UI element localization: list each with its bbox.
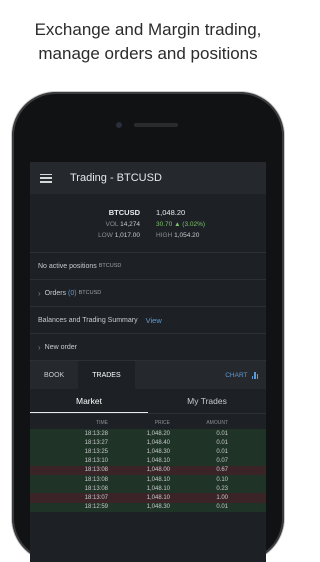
trade-price: 1,048.00 xyxy=(146,467,170,474)
price-header: PRICE xyxy=(154,420,170,426)
trades-list: 18:13:28 1,048.20 0.01 18:13:27 1,048.40 0.01… xyxy=(30,429,266,512)
new-order-row[interactable]: › New order xyxy=(30,333,266,360)
trade-time: 18:13:28 xyxy=(84,430,108,437)
price-change: 30.70 ▲ (3.02%) xyxy=(156,221,206,228)
trade-amount: 0.67 xyxy=(216,467,228,474)
balances-label: Balances and Trading Summary xyxy=(38,316,138,324)
trade-time: 18:13:08 xyxy=(84,476,108,483)
trade-price: 1,048.40 xyxy=(146,439,170,446)
trade-amount: 0.01 xyxy=(216,439,228,446)
trade-time: 18:12:59 xyxy=(84,504,108,511)
tab-trades[interactable]: TRADES xyxy=(78,361,135,389)
trade-time: 18:13:08 xyxy=(84,467,108,474)
page-title: Trading - BTCUSD xyxy=(70,172,162,184)
table-row: 18:13:25 1,048.30 0.01 xyxy=(30,447,266,457)
trade-price: 1,048.30 xyxy=(146,448,170,455)
high-value: 1,054.20 xyxy=(174,232,200,239)
tab-book[interactable]: BOOK xyxy=(30,361,78,389)
caption-line-1: Exchange and Margin trading, xyxy=(34,20,262,39)
subtab-market[interactable]: Market xyxy=(30,389,148,413)
orders-count: (0) xyxy=(68,289,77,297)
positions-text: No active positions xyxy=(38,262,97,270)
trade-amount: 0.01 xyxy=(216,448,228,455)
phone-frame: Trading - BTCUSD BTCUSD 1,048.20 VOL 14,… xyxy=(12,92,284,562)
trading-tabs: BOOK TRADES CHART xyxy=(30,360,266,389)
trade-time: 18:13:10 xyxy=(84,458,108,465)
trade-time: 18:13:27 xyxy=(84,439,108,446)
trade-amount: 0.01 xyxy=(216,430,228,437)
positions-symbol: BTCUSD xyxy=(98,263,122,269)
chevron-right-icon: › xyxy=(38,288,41,298)
table-row: 18:13:08 1,048.10 0.23 xyxy=(30,484,266,494)
time-header: TIME xyxy=(96,420,108,426)
table-row: 18:13:10 1,048.10 0.07 xyxy=(30,456,266,466)
trade-time: 18:13:07 xyxy=(84,494,108,501)
table-row: 18:12:59 1,048.30 0.01 xyxy=(30,502,266,512)
trade-time: 18:13:08 xyxy=(84,485,108,492)
chevron-right-icon: › xyxy=(38,342,41,352)
balances-view-link[interactable]: View xyxy=(146,316,162,325)
trades-subtabs: Market My Trades xyxy=(30,389,266,414)
trade-price: 1,048.10 xyxy=(146,476,170,483)
subtab-my-trades[interactable]: My Trades xyxy=(148,389,266,413)
balances-row: Balances and Trading Summary View xyxy=(30,306,266,333)
trade-price: 1,048.20 xyxy=(146,430,170,437)
table-row: 18:13:28 1,048.20 0.01 xyxy=(30,429,266,439)
trade-price: 1,048.10 xyxy=(146,458,170,465)
caption-line-2: manage orders and positions xyxy=(38,44,258,63)
orders-symbol: BTCUSD xyxy=(78,290,102,296)
new-order-label: New order xyxy=(44,343,77,351)
ticker-symbol: BTCUSD xyxy=(108,208,140,217)
vol-label: VOL xyxy=(105,221,119,228)
low-value: 1,017.00 xyxy=(114,232,140,239)
trade-amount: 0.23 xyxy=(216,485,228,492)
hamburger-menu-icon[interactable] xyxy=(40,173,52,183)
app-topbar: Trading - BTCUSD xyxy=(30,162,266,194)
table-row: 18:13:08 1,048.10 0.10 xyxy=(30,474,266,485)
speaker-grille xyxy=(134,123,178,127)
trade-amount: 0.10 xyxy=(216,476,228,483)
vol-value: 14,274 xyxy=(120,221,140,228)
low-label: LOW xyxy=(98,232,113,239)
table-row: 18:13:07 1,048.10 1.00 xyxy=(30,493,266,503)
trade-time: 18:13:25 xyxy=(84,448,108,455)
trade-amount: 0.07 xyxy=(216,458,228,465)
chart-label: CHART xyxy=(225,371,248,379)
tab-chart[interactable]: CHART xyxy=(225,361,258,389)
trade-amount: 0.01 xyxy=(216,504,228,511)
positions-row: No active positions BTCUSD xyxy=(30,252,266,279)
table-row: 18:13:27 1,048.40 0.01 xyxy=(30,438,266,448)
trade-price: 1,048.10 xyxy=(146,485,170,492)
trades-header: TIME PRICE AMOUNT xyxy=(30,414,266,429)
ticker-summary: BTCUSD 1,048.20 VOL 14,274 30.70 ▲ (3.02… xyxy=(30,194,266,252)
high-label: HIGH xyxy=(156,232,173,239)
table-row: 18:13:08 1,048.00 0.67 xyxy=(30,465,266,475)
trade-price: 1,048.10 xyxy=(146,494,170,501)
amount-header: AMOUNT xyxy=(206,420,228,426)
trade-amount: 1.00 xyxy=(216,494,228,501)
chart-icon xyxy=(251,371,258,379)
orders-row[interactable]: › Orders (0) BTCUSD xyxy=(30,279,266,306)
ticker-price: 1,048.20 xyxy=(156,208,186,217)
promo-caption: Exchange and Margin trading, manage orde… xyxy=(0,18,296,66)
camera-icon xyxy=(116,122,122,128)
app-screen: Trading - BTCUSD BTCUSD 1,048.20 VOL 14,… xyxy=(30,162,266,562)
trade-price: 1,048.30 xyxy=(146,504,170,511)
orders-label: Orders xyxy=(44,289,67,297)
